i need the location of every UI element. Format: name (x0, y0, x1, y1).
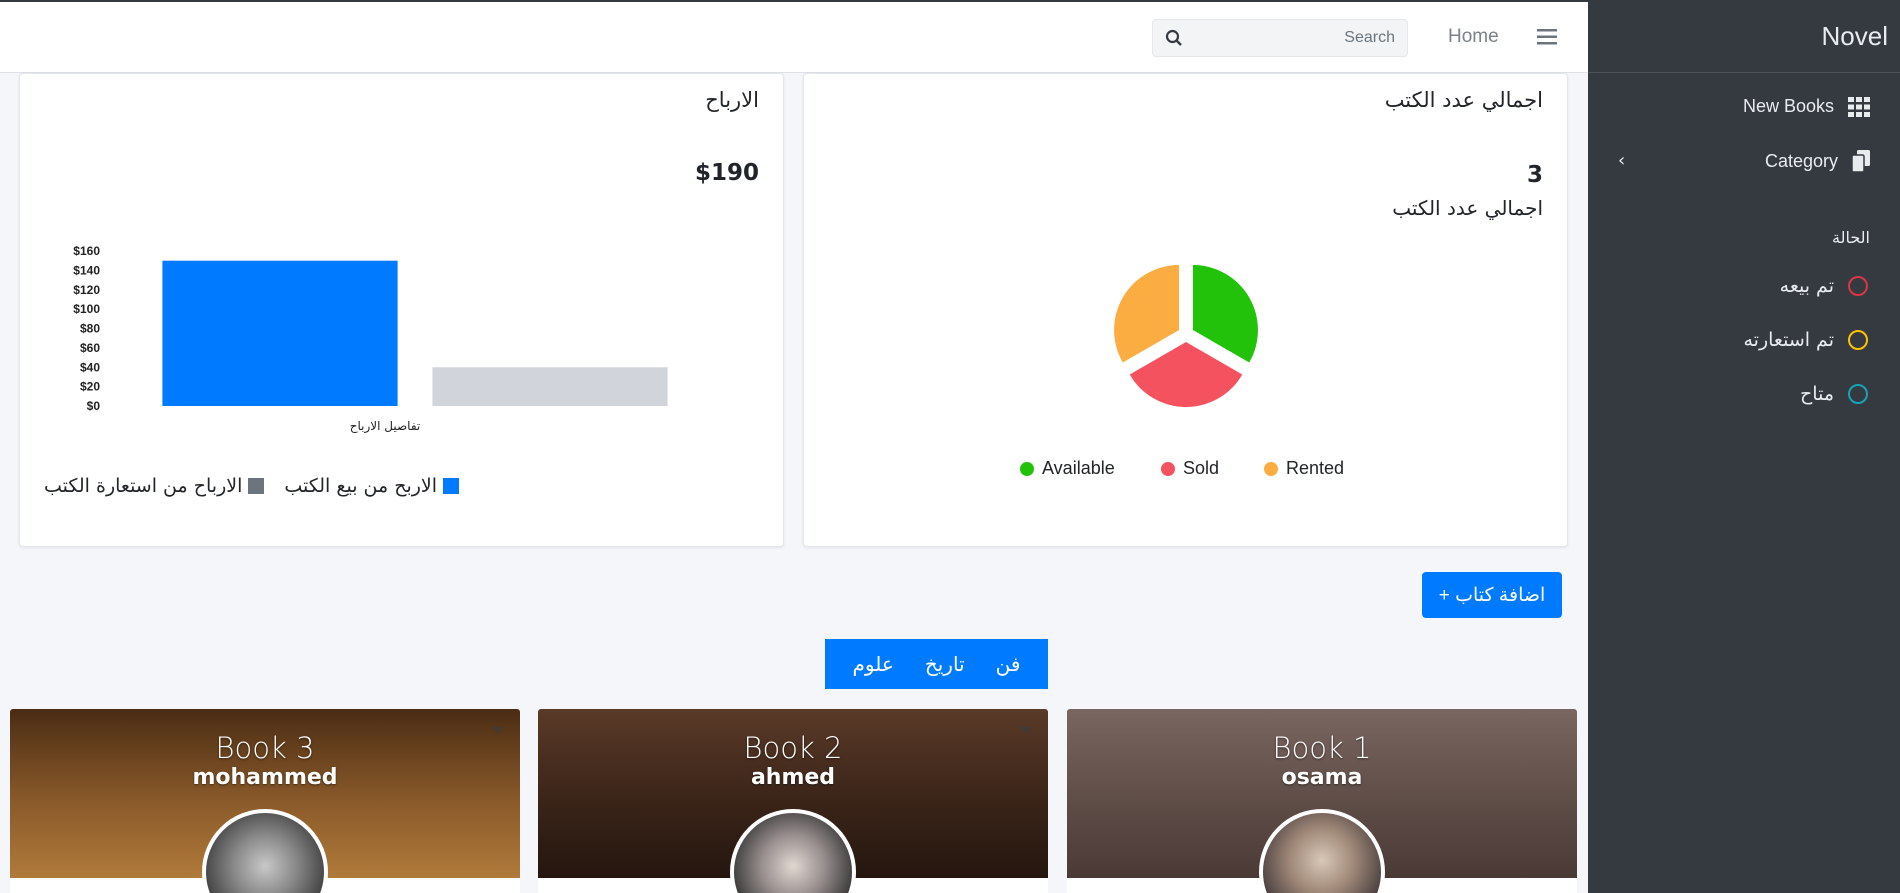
book-title: Book 3 (215, 731, 315, 765)
x-axis-label: تفاصيل الارباح (350, 419, 421, 434)
status-sold[interactable]: تم بيعه (1780, 275, 1868, 297)
home-link[interactable]: Home (1448, 26, 1499, 48)
books-total: 3 (1526, 162, 1543, 188)
search-box[interactable]: Search (1152, 19, 1408, 57)
profit-legend: الاربح من بيع الكتب الارباح من استعارة ا… (44, 475, 460, 497)
sidebar-item-new-books[interactable]: New Books (1743, 96, 1870, 117)
y-tick-label: $120 (73, 283, 100, 297)
grid-icon (1848, 96, 1870, 117)
legend-swatch (1020, 461, 1034, 476)
profit-total: $190 (694, 160, 759, 186)
legend-swatch (1264, 461, 1278, 476)
legend-swatch (443, 478, 460, 494)
legend-label[interactable]: الارباح من استعارة الكتب (44, 475, 242, 497)
circle-icon (1848, 276, 1868, 296)
copy-icon (1852, 150, 1870, 172)
book-title: Book 1 (1272, 731, 1372, 765)
y-tick-label: $140 (73, 263, 100, 277)
top-navbar: Search Home (0, 0, 1588, 73)
category-tabs: فن تاريخ علوم (825, 639, 1048, 689)
circle-icon (1848, 330, 1868, 350)
y-tick-label: $20 (80, 380, 100, 394)
pie-slice-rented[interactable] (1114, 265, 1180, 363)
book-card[interactable]: Book 2 ahmed (538, 709, 1048, 893)
status-heading: الحالة (1832, 228, 1870, 247)
card-title: الارباح (705, 88, 759, 112)
y-tick-label: $60 (80, 341, 100, 355)
sidebar: Novel New Books ‹ Category الحالة تم بيع… (1588, 0, 1900, 893)
y-tick-label: $0 (87, 399, 101, 413)
pie-slice-available[interactable] (1192, 265, 1258, 363)
add-book-button[interactable]: + اضافة كتاب (1422, 572, 1562, 618)
books-pie-chart (1114, 265, 1258, 407)
books-subtitle: اجمالي عدد الكتب (1392, 196, 1543, 220)
books-count-card: اجمالي عدد الكتب 3 اجمالي عدد الكتب Avai… (803, 73, 1568, 547)
bar-1[interactable] (162, 260, 398, 406)
bar-2[interactable] (432, 367, 668, 406)
tab-art[interactable]: فن (996, 652, 1021, 676)
y-tick-label: $160 (73, 244, 100, 258)
book-card[interactable]: Book 1 osama (1067, 709, 1577, 893)
sidebar-item-label: New Books (1742, 96, 1834, 116)
status-rented[interactable]: تم استعارته (1743, 329, 1868, 351)
status-available[interactable]: متاح (1800, 383, 1868, 405)
legend-label: Available (1042, 458, 1115, 478)
y-tick-label: $80 (80, 322, 100, 336)
legend-swatch (248, 478, 265, 494)
legend-sold[interactable]: Sold (1161, 458, 1219, 479)
book-author: ahmed (750, 765, 836, 790)
chevron-left-icon[interactable]: ‹ (1618, 150, 1625, 171)
tab-science[interactable]: علوم (853, 652, 894, 676)
status-label: تم استعارته (1743, 329, 1834, 351)
legend-available[interactable]: Available (1020, 458, 1115, 479)
search-input[interactable]: Search (1191, 29, 1395, 47)
sidebar-item-label: Category (1764, 150, 1838, 171)
status-label: تم بيعه (1779, 275, 1834, 297)
y-tick-label: $40 (80, 360, 100, 374)
book-author: mohammed (192, 765, 338, 790)
legend-swatch (1161, 461, 1175, 476)
sidebar-item-category[interactable]: Category (1765, 150, 1870, 172)
tab-history[interactable]: تاريخ (925, 652, 965, 676)
legend-label: Rented (1286, 458, 1345, 478)
card-title: اجمالي عدد الكتب (1384, 88, 1543, 112)
brand-title[interactable]: Novel (1588, 0, 1900, 73)
search-icon[interactable] (1165, 29, 1183, 47)
book-title: Book 2 (743, 731, 843, 765)
pie-slice-sold[interactable] (1129, 342, 1243, 407)
profit-card: الارباح $190 $0 $20 $40 $60 $80 $100 $120 $140 $… (19, 73, 784, 547)
status-label: متاح (1800, 383, 1834, 405)
legend-label[interactable]: الاربح من بيع الكتب (284, 475, 437, 497)
y-tick-label: $100 (73, 302, 100, 316)
book-card[interactable]: Book 3 mohammed (10, 709, 520, 893)
book-author: osama (1281, 765, 1363, 790)
profit-bar-chart: $0 $20 $40 $60 $80 $100 $120 $140 $160 تفاصيل الا… (73, 244, 668, 434)
legend-rented[interactable]: Rented (1264, 458, 1344, 479)
legend-label: Sold (1183, 458, 1220, 478)
circle-icon (1848, 384, 1868, 404)
menu-icon[interactable] (1537, 28, 1557, 46)
